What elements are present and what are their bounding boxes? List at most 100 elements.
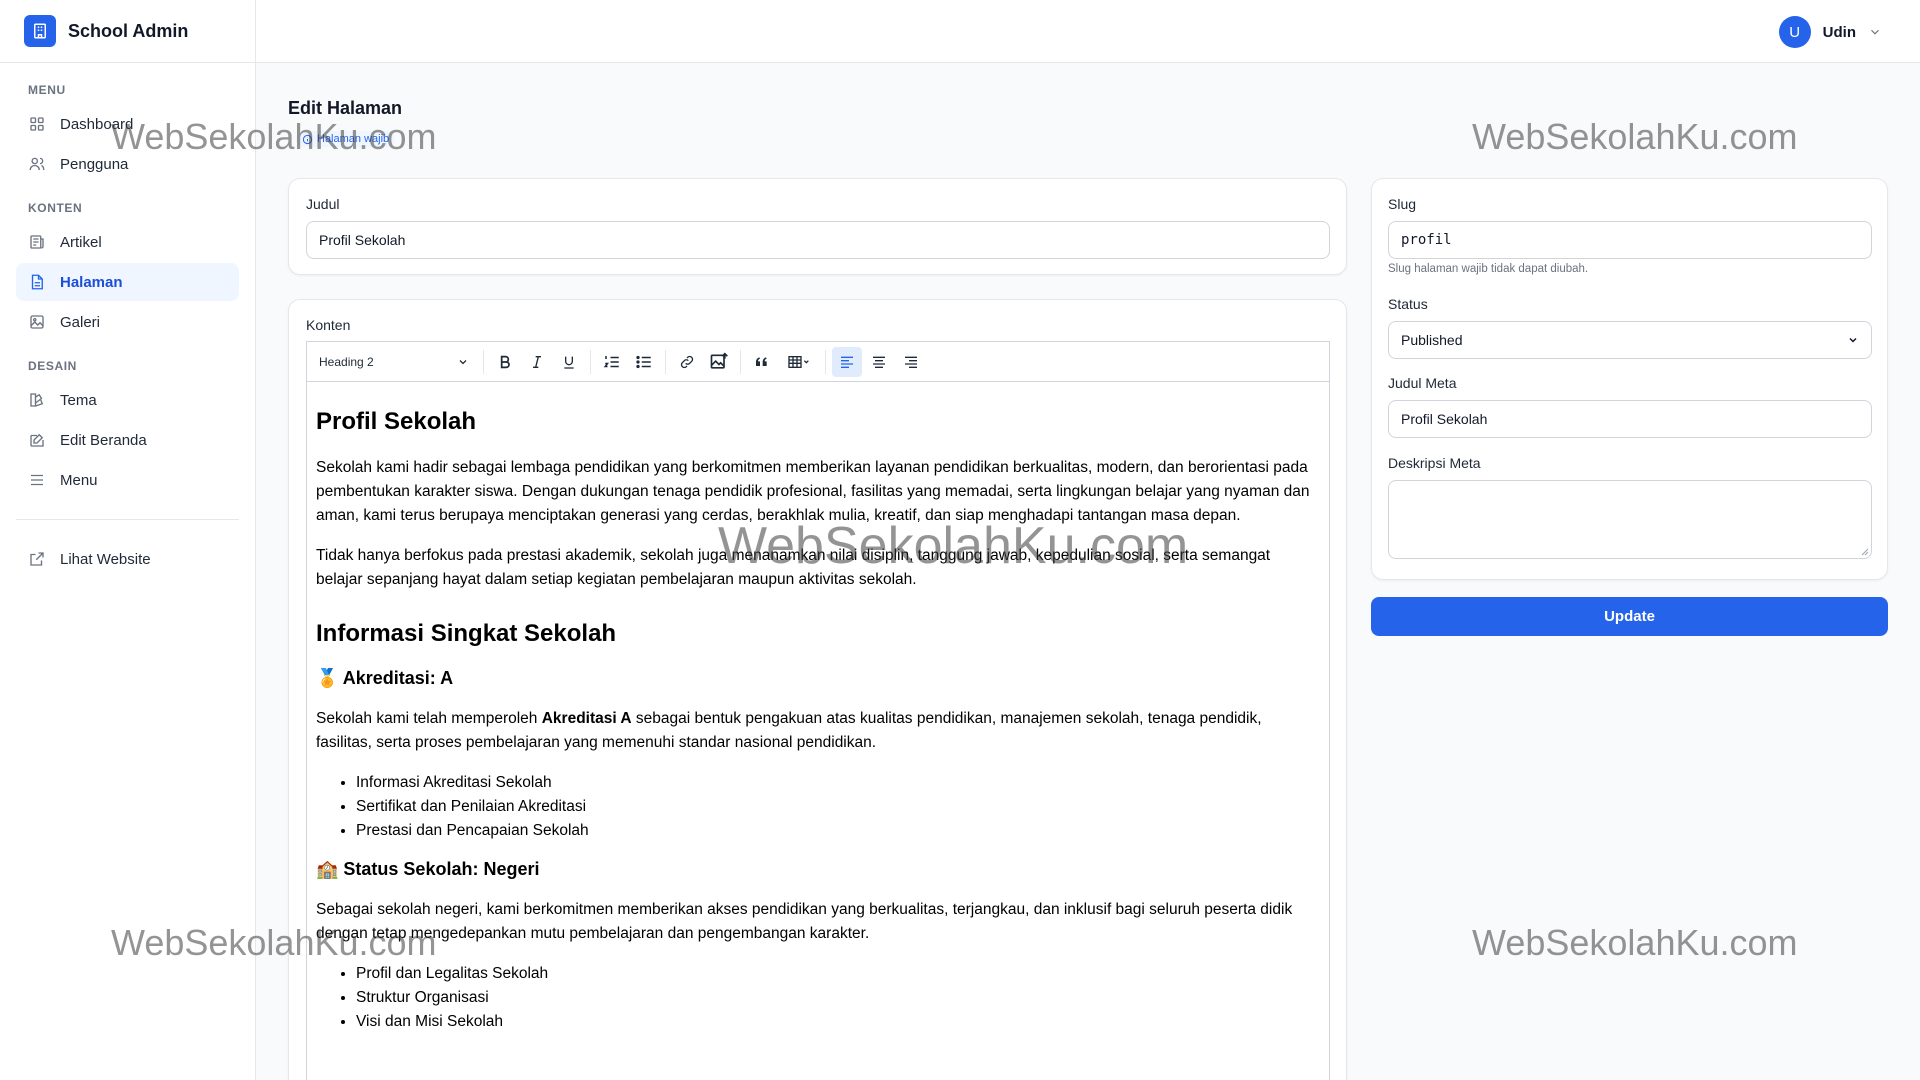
italic-icon xyxy=(533,355,541,368)
sidebar-item-label: Halaman xyxy=(60,273,123,291)
toolbar-separator xyxy=(665,349,666,374)
meta-desc-textarea[interactable] xyxy=(1388,480,1872,559)
slug-hint: Slug halaman wajib tidak dapat diubah. xyxy=(1388,263,1589,275)
heading-select[interactable]: Heading 2 xyxy=(319,347,469,377)
slug-value: profil xyxy=(1401,232,1452,248)
sidebar-item-edit-beranda[interactable]: Edit Beranda xyxy=(16,421,239,459)
update-button[interactable]: Update xyxy=(1371,597,1888,636)
chevron-down-icon xyxy=(1849,337,1857,343)
status-select[interactable]: Published xyxy=(1388,321,1872,359)
user-menu[interactable]: U Udin xyxy=(1778,16,1882,48)
align-center-button[interactable] xyxy=(864,347,894,377)
sidebar-item-label: Artikel xyxy=(60,233,102,251)
status-label: Status xyxy=(1388,296,1428,312)
heading-select-value: Heading 2 xyxy=(319,354,374,369)
nav-section-desain: DESAIN xyxy=(28,359,77,373)
status-value: Published xyxy=(1401,332,1463,348)
slug-label: Slug xyxy=(1388,196,1417,212)
edit-icon xyxy=(30,433,44,447)
menu-icon xyxy=(31,474,43,486)
insert-table-button[interactable] xyxy=(779,347,819,377)
toolbar-separator xyxy=(740,349,741,374)
page-title: Edit Halaman xyxy=(288,98,403,118)
meta-title-label: Judul Meta xyxy=(1388,375,1457,391)
info-icon xyxy=(302,134,313,144)
content-paragraph: Sekolah kami telah memperoleh Akreditasi… xyxy=(316,710,1262,751)
sidebar-item-artikel[interactable]: Artikel xyxy=(16,223,239,261)
align-right-button[interactable] xyxy=(896,347,926,377)
sidebar-item-lihat-website[interactable]: Lihat Website xyxy=(16,540,239,578)
external-link-icon xyxy=(30,552,44,566)
sidebar-item-label: Pengguna xyxy=(60,155,129,173)
insert-image-button[interactable] xyxy=(704,347,734,377)
meta-desc-label: Deskripsi Meta xyxy=(1388,455,1481,471)
content-subheading: 🏫 Status Sekolah: Negeri xyxy=(316,859,540,879)
align-center-icon xyxy=(873,356,885,368)
nav-section-menu: MENU xyxy=(28,83,66,97)
sidebar-item-pengguna[interactable]: Pengguna xyxy=(16,145,239,183)
judul-input[interactable]: Profil Sekolah xyxy=(306,221,1330,259)
underline-icon xyxy=(564,356,574,369)
resize-handle-icon[interactable] xyxy=(1861,548,1869,556)
toolbar-separator xyxy=(590,349,591,374)
sidebar-item-label: Menu xyxy=(60,471,98,489)
avatar: U xyxy=(1778,16,1811,48)
chevron-down-icon xyxy=(1871,29,1879,35)
user-name: Udin xyxy=(1822,23,1856,41)
sidebar-item-tema[interactable]: Tema xyxy=(16,381,239,419)
judul-label: Judul xyxy=(306,196,340,212)
underline-button[interactable] xyxy=(554,347,584,377)
image-upload-icon xyxy=(710,351,728,369)
blockquote-button[interactable] xyxy=(747,347,777,377)
users-icon xyxy=(29,157,45,171)
watermark: WebSekolahKu.com xyxy=(1472,922,1798,963)
list-item: Informasi Akreditasi Sekolah xyxy=(356,771,1320,795)
content-subheading: 🏅 Akreditasi: A xyxy=(316,668,454,688)
chevron-down-icon xyxy=(459,359,467,364)
judul-value: Profil Sekolah xyxy=(319,232,406,248)
badge-label: Halaman wajib xyxy=(317,133,390,145)
nav-section-konten: KONTEN xyxy=(28,201,83,215)
sidebar-item-dashboard[interactable]: Dashboard xyxy=(16,105,239,143)
sidebar-item-galeri[interactable]: Galeri xyxy=(16,303,239,341)
sidebar-item-label: Dashboard xyxy=(60,115,134,133)
list-item: Struktur Organisasi xyxy=(356,986,1320,1010)
numbered-list-button[interactable] xyxy=(597,347,627,377)
document-icon xyxy=(31,274,43,290)
meta-title-input[interactable]: Profil Sekolah xyxy=(1388,400,1872,438)
sidebar-item-label: Lihat Website xyxy=(60,550,151,568)
watermark: WebSekolahKu.com xyxy=(1472,116,1798,157)
status-badge: Halaman wajib xyxy=(296,131,396,147)
image-icon xyxy=(30,315,44,329)
editor-content[interactable]: Profil Sekolah Sekolah kami hadir sebaga… xyxy=(307,382,1329,1080)
sidebar-item-halaman[interactable]: Halaman xyxy=(16,263,239,301)
content-paragraph: Sebagai sekolah negeri, kami berkomitmen… xyxy=(316,901,1293,942)
title-card: Judul Profil Sekolah xyxy=(288,178,1347,275)
bold-button[interactable] xyxy=(490,347,520,377)
table-icon xyxy=(788,355,809,368)
italic-button[interactable] xyxy=(522,347,552,377)
link-button[interactable] xyxy=(672,347,702,377)
align-left-icon xyxy=(841,356,853,368)
link-icon xyxy=(680,355,694,368)
content-paragraph: Sekolah kami hadir sebagai lembaga pendi… xyxy=(316,459,1310,524)
content-heading: Informasi Singkat Sekolah xyxy=(316,620,617,647)
sidebar-item-label: Tema xyxy=(60,391,97,409)
align-right-icon xyxy=(905,356,917,368)
brand[interactable]: School Admin xyxy=(0,0,255,63)
bulleted-list-button[interactable] xyxy=(629,347,659,377)
content-card: Konten Heading 2 Profil Sekolah Sekolah … xyxy=(288,299,1347,1080)
sidebar: School Admin MENU Dashboard Pengguna KON… xyxy=(0,0,256,1080)
meta-title-value: Profil Sekolah xyxy=(1401,411,1488,427)
grid-icon xyxy=(30,117,44,131)
list-item: Visi dan Misi Sekolah xyxy=(356,1010,1320,1034)
align-left-button[interactable] xyxy=(832,346,862,377)
content-paragraph: Tidak hanya berfokus pada prestasi akade… xyxy=(316,547,1271,588)
newspaper-icon xyxy=(30,235,44,249)
bulleted-list-icon xyxy=(636,355,651,368)
content-list: Informasi Akreditasi Sekolah Sertifikat … xyxy=(316,771,1320,843)
sidebar-item-menu[interactable]: Menu xyxy=(16,461,239,499)
content-heading: Profil Sekolah xyxy=(316,408,477,435)
quote-icon xyxy=(756,356,767,366)
konten-label: Konten xyxy=(306,317,351,333)
